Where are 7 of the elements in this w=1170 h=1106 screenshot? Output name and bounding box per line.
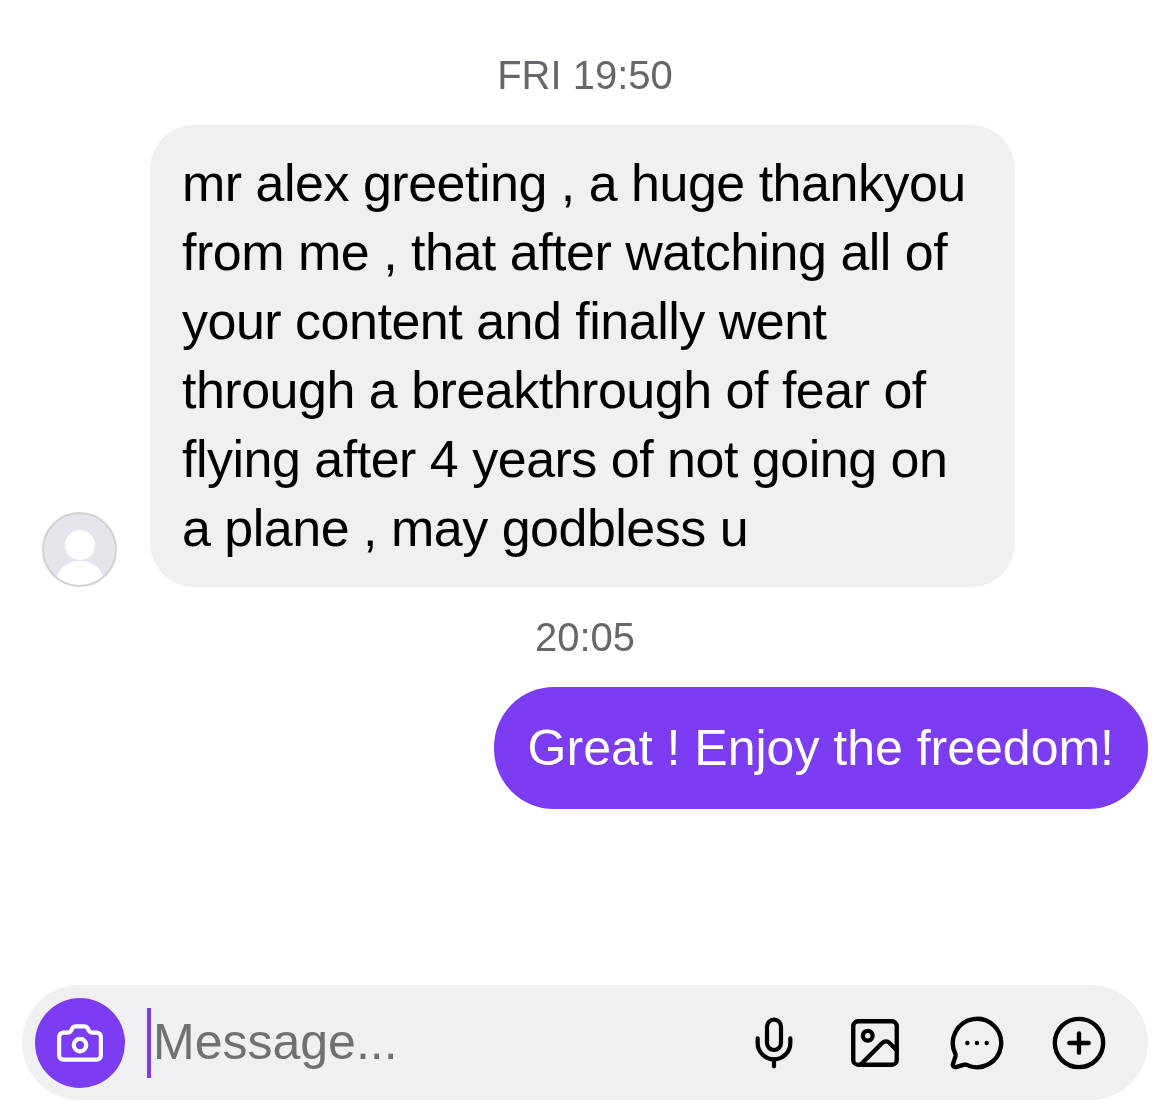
timestamp: 20:05 [534, 614, 636, 661]
message-input[interactable]: Message... [153, 1005, 746, 1080]
timestamp: FRI 19:50 [497, 52, 673, 99]
text-cursor [147, 1007, 151, 1078]
message-field[interactable]: Message... [22, 985, 1148, 1100]
message-bubble: Great ! Enjoy the freedom! [493, 687, 1148, 809]
message-bubble: mr alex greeting , a huge thankyou from me , that after watching all of your content and finally went through a breakthrough of fear of flying after 4 years of not going on a plane , may godbless u [150, 125, 1015, 587]
